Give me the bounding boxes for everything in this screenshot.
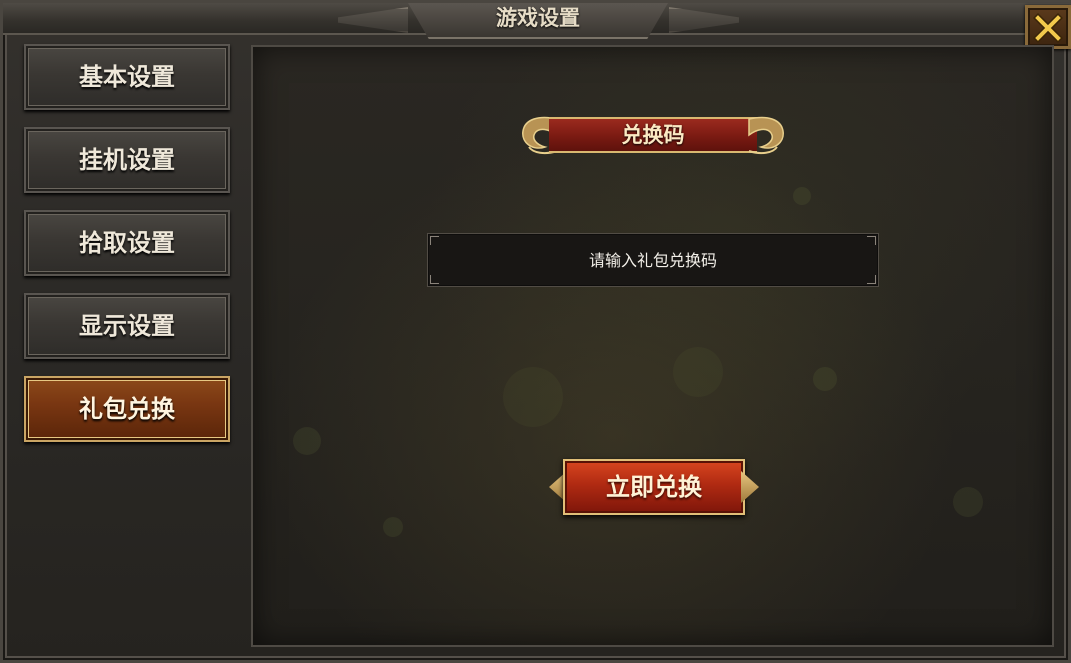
sidebar-item-basic-settings[interactable]: 基本设置 <box>24 44 230 110</box>
sidebar-item-label: 礼包兑换 <box>79 395 175 423</box>
section-header-title: 兑换码 <box>621 123 685 147</box>
background-bokeh <box>953 487 983 517</box>
background-bokeh <box>673 347 723 397</box>
sidebar-item-idle-settings[interactable]: 挂机设置 <box>24 127 230 193</box>
input-corner-decoration <box>867 236 876 245</box>
sidebar-item-label: 显示设置 <box>79 312 175 340</box>
sidebar-item-display-settings[interactable]: 显示设置 <box>24 293 230 359</box>
ornament-right-icon <box>748 116 784 155</box>
redeem-button-label: 立即兑换 <box>606 473 702 501</box>
background-bokeh <box>383 517 403 537</box>
input-corner-decoration <box>430 236 439 245</box>
sidebar-item-label: 挂机设置 <box>79 146 175 174</box>
background-bokeh <box>293 427 321 455</box>
sidebar: 基本设置 挂机设置 拾取设置 显示设置 礼包兑换 <box>13 41 241 657</box>
background-bokeh <box>813 367 837 391</box>
sidebar-item-pickup-settings[interactable]: 拾取设置 <box>24 210 230 276</box>
settings-window: 游戏设置 基本设置 挂机设置 拾取设置 显示设置 礼包兑换 兑换码 请输入礼包兑… <box>0 0 1071 663</box>
input-corner-decoration <box>867 275 876 284</box>
background-bokeh <box>793 187 811 205</box>
code-input-container <box>427 233 879 287</box>
sidebar-item-gift-redeem[interactable]: 礼包兑换 <box>24 376 230 442</box>
redeem-now-button[interactable]: 立即兑换 <box>549 457 759 517</box>
background-bokeh <box>503 367 563 427</box>
window-title: 游戏设置 <box>496 6 580 30</box>
section-header: 兑换码 <box>519 109 787 161</box>
main-panel: 兑换码 立即兑换 <box>251 45 1054 647</box>
input-corner-decoration <box>430 275 439 284</box>
gift-code-input[interactable] <box>428 234 878 286</box>
close-x-icon <box>1033 13 1063 43</box>
sidebar-item-label: 拾取设置 <box>79 229 175 257</box>
button-tip-right <box>741 471 759 503</box>
close-button[interactable] <box>1025 5 1071 49</box>
sidebar-item-label: 基本设置 <box>79 63 175 91</box>
